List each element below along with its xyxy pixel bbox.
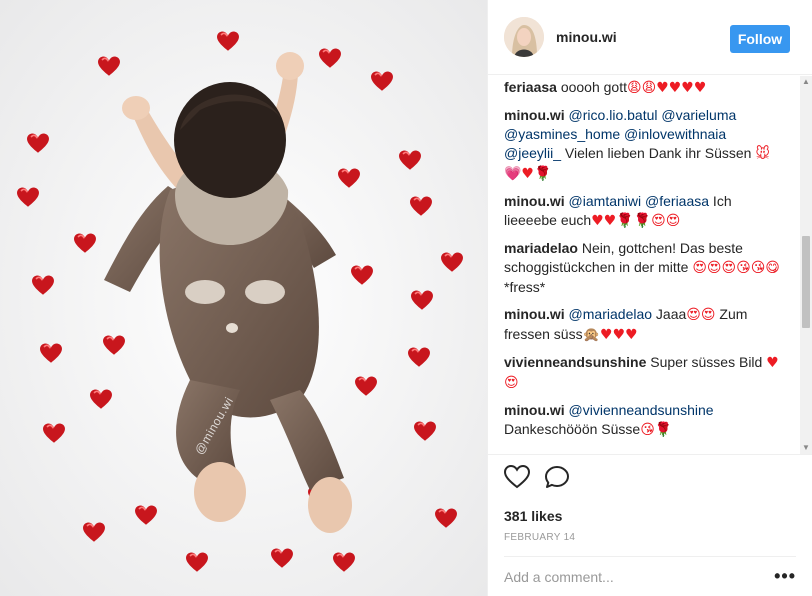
post-header: minou.wi Follow: [488, 0, 812, 75]
comment-mention[interactable]: @feriaasa: [641, 193, 709, 209]
comment-text: ooooh gott: [556, 79, 627, 95]
comment-mention[interactable]: @mariadelao: [565, 306, 653, 322]
comment-username[interactable]: minou.wi: [504, 402, 565, 418]
comment-emoji: 😩😩♥♥♥♥: [627, 80, 707, 96]
scroll-down-icon[interactable]: ▼: [800, 442, 812, 454]
post-actions: 381 likes FEBRUARY 14: [488, 454, 812, 543]
avatar-image: [504, 17, 544, 57]
comment-input[interactable]: Add a comment...: [504, 569, 614, 585]
comment-emoji: 🙊♥♥♥: [582, 327, 638, 343]
comment-emoji: ♥♥🌹🌹😍😍: [591, 213, 681, 229]
comment-text: Jaaa: [652, 306, 687, 322]
comment-text: Dankeschööön Süsse: [504, 421, 641, 437]
post-date: FEBRUARY 14: [504, 532, 576, 543]
like-count[interactable]: 381 likes: [504, 508, 797, 524]
comment-emoji: 😍😍: [686, 307, 716, 323]
comment-mention[interactable]: @jeeylii_: [504, 145, 561, 161]
scroll-thumb[interactable]: [802, 236, 810, 328]
comment-mention[interactable]: @iamtaniwi: [565, 193, 642, 209]
comment-username[interactable]: littlesnowfox16: [504, 449, 605, 450]
scroll-up-icon[interactable]: ▲: [800, 76, 812, 88]
comment-item: minou.wi @vivienneandsunshine Dankeschöö…: [504, 401, 787, 440]
comment-username[interactable]: mariadelao: [504, 240, 578, 256]
comment-bubble-icon[interactable]: [544, 465, 570, 494]
comment-item: minou.wi @iamtaniwi @feriaasa Ich lieeee…: [504, 192, 787, 231]
comment-mention[interactable]: @yasmines_home: [504, 126, 620, 142]
post-photo[interactable]: @minou.wi: [0, 0, 487, 596]
instagram-post: @minou.wi minou.wi Follow feriaasa ooooh…: [0, 0, 812, 596]
comment-text: Super süsses Bild: [646, 354, 767, 370]
comment-text: Omg: [605, 449, 643, 450]
comment-item: mariadelao Nein, gottchen! Das beste sch…: [504, 239, 787, 297]
avatar[interactable]: [504, 17, 544, 57]
comment-list[interactable]: feriaasa ooooh gott😩😩♥♥♥♥ minou.wi @rico.…: [488, 76, 801, 450]
follow-button[interactable]: Follow: [730, 25, 790, 53]
comment-item: vivienneandsunshine Super süsses Bild ♥😍: [504, 353, 787, 393]
comment-item: minou.wi @mariadelao Jaaa😍😍 Zum fressen …: [504, 305, 787, 345]
comment-item: minou.wi @rico.lio.batul @varieluma @yas…: [504, 106, 787, 184]
comment-item: feriaasa ooooh gott😩😩♥♥♥♥: [504, 78, 787, 98]
comment-text: Vielen lieben Dank ihr Süssen: [561, 145, 756, 161]
post-side-panel: minou.wi Follow feriaasa ooooh gott😩😩♥♥♥…: [487, 0, 812, 596]
comment-scrollbar[interactable]: ▲ ▼: [800, 76, 812, 454]
photo-illustration: [0, 0, 487, 596]
comment-username[interactable]: minou.wi: [504, 306, 565, 322]
comment-text: *fress*: [504, 279, 546, 295]
comment-mention[interactable]: @vivienneandsunshine: [565, 402, 714, 418]
comment-item: littlesnowfox16 Omg 😍😍😍 es ist einfach n…: [504, 448, 787, 450]
comment-username[interactable]: feriaasa: [504, 79, 557, 95]
comment-emoji: 😍😍😍😘😘😋: [692, 260, 780, 276]
comment-mention[interactable]: @inlovewithnaia: [620, 126, 726, 142]
comment-mention[interactable]: @rico.lio.batul: [565, 107, 658, 123]
add-comment-bar: Add a comment... •••: [504, 556, 796, 596]
comment-mention[interactable]: @varieluma: [657, 107, 736, 123]
comment-username[interactable]: vivienneandsunshine: [504, 354, 646, 370]
username[interactable]: minou.wi: [556, 29, 617, 45]
heart-outline-icon[interactable]: [503, 464, 531, 494]
comment-emoji: 😘🌹: [640, 422, 673, 438]
comment-username[interactable]: minou.wi: [504, 107, 565, 123]
comment-username[interactable]: minou.wi: [504, 193, 565, 209]
more-options-icon[interactable]: •••: [774, 566, 796, 587]
